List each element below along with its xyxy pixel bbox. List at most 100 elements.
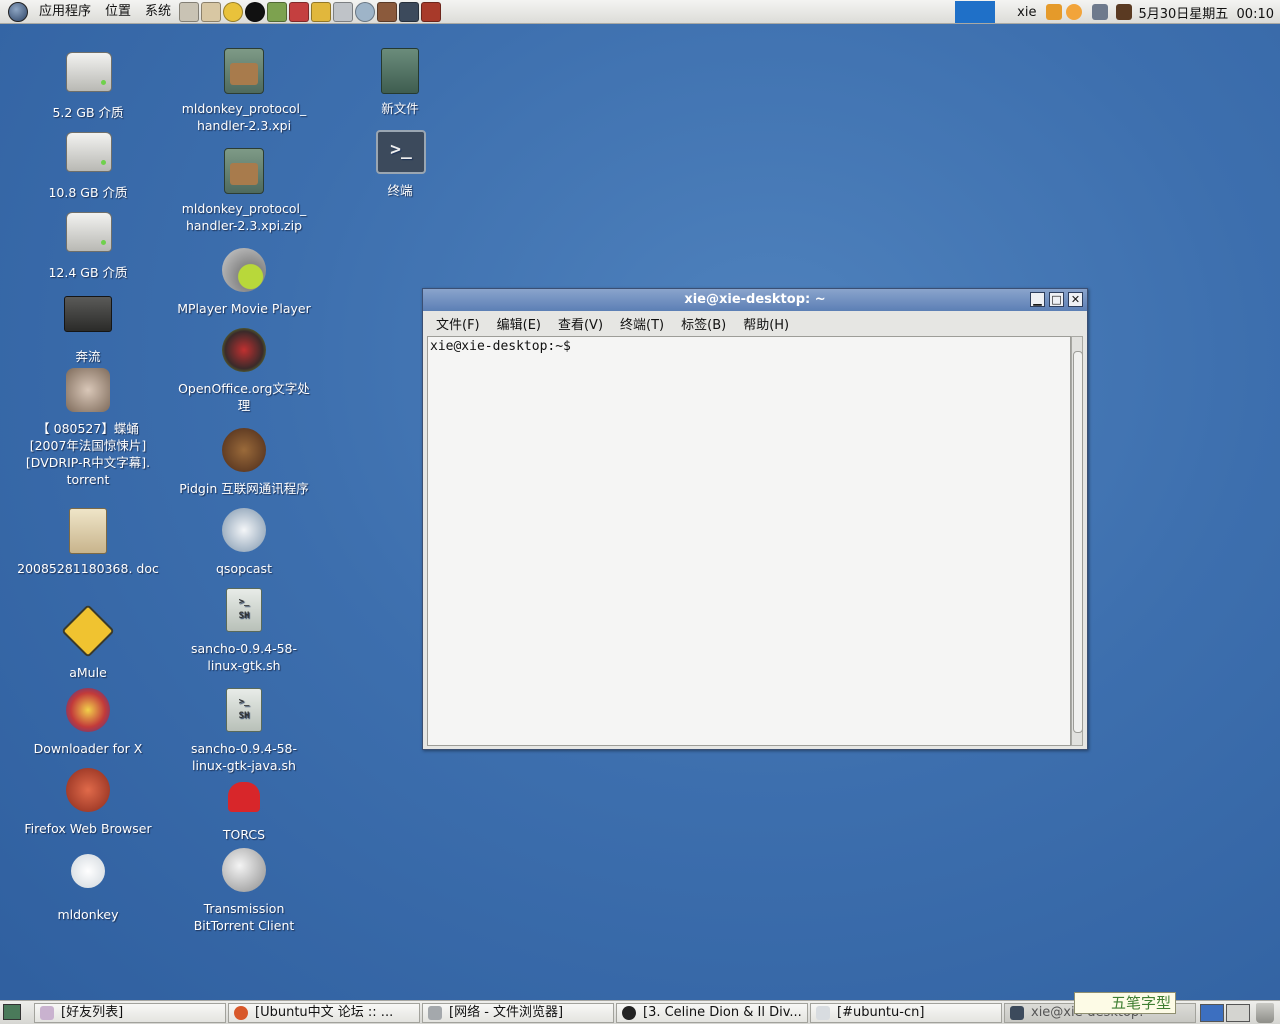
firefox-launcher-icon[interactable]	[421, 1, 442, 22]
desktop-icon-drive-3[interactable]: 12.4 GB 介质	[13, 206, 163, 281]
minimize-button[interactable]: ▁	[1030, 292, 1045, 307]
icon-label: aMule	[69, 665, 107, 680]
terminal-titlebar[interactable]: xie@xie-desktop: ~ ▁ □ ✕	[423, 289, 1087, 311]
workspace-switcher[interactable]	[955, 1, 996, 23]
terminal-icon: >_	[376, 130, 426, 174]
gnome-foot-icon[interactable]	[8, 1, 28, 22]
folder-icon	[64, 296, 112, 332]
pidgin-launcher-icon[interactable]	[377, 1, 398, 22]
file-browser-icon	[428, 1006, 442, 1020]
torrent-file-icon	[66, 368, 110, 412]
desktop-icon-torrent-file[interactable]: 【 080527】蝶蛹 [2007年法国惊悚片] [DVDRIP-R中文字幕].…	[13, 366, 163, 488]
task-ubuntu-forum[interactable]: [Ubuntu中文 论坛 :: ...	[228, 1003, 420, 1023]
menu-terminal[interactable]: 终端(T)	[611, 314, 672, 333]
close-button[interactable]: ✕	[1068, 292, 1083, 307]
icon-label: 终端	[387, 183, 413, 198]
icon-label: mldonkey	[57, 907, 119, 922]
workspace-2[interactable]	[1226, 1004, 1250, 1022]
firefox-icon	[234, 1006, 248, 1020]
task-label: [#ubuntu-cn]	[837, 1005, 925, 1020]
icon-label: 10.8 GB 介质	[48, 185, 128, 200]
files-launcher-icon[interactable]	[179, 1, 200, 22]
icon-label: Firefox Web Browser	[24, 821, 152, 836]
update-icon[interactable]	[1066, 4, 1083, 20]
desktop-icon-downloader[interactable]: Downloader for X	[13, 686, 163, 757]
desktop-icon-mplayer[interactable]: MPlayer Movie Player	[169, 246, 319, 317]
scrollbar-thumb[interactable]	[1073, 351, 1083, 733]
desktop-icon-xpi[interactable]: mldonkey_protocol_ handler-2.3.xpi	[169, 46, 319, 134]
menu-tabs[interactable]: 标签(B)	[672, 314, 734, 333]
network-icon[interactable]	[1092, 4, 1109, 20]
smiley-launcher-icon[interactable]	[223, 1, 244, 22]
desktop-icon-openoffice-writer[interactable]: OpenOffice.org文字处 理	[169, 326, 319, 414]
amule-launcher-icon[interactable]	[311, 1, 332, 22]
menu-help[interactable]: 帮助(H)	[734, 314, 797, 333]
desktop-icon-mldonkey[interactable]: mldonkey	[13, 846, 163, 923]
panel-right-area: xie 5月30日星期五 00:10	[955, 0, 1280, 24]
system-menu[interactable]: 系统	[138, 0, 178, 24]
hard-drive-icon	[66, 212, 112, 252]
desktop-icon-benliu-folder[interactable]: 奔流	[13, 286, 163, 365]
music-launcher-icon[interactable]	[245, 1, 266, 22]
transmission-icon	[222, 848, 266, 892]
terminal-text-area[interactable]: xie@xie-desktop:~$	[427, 336, 1071, 746]
applications-menu[interactable]: 应用程序	[32, 0, 98, 24]
desktop-icon-drive-1[interactable]: 5.2 GB 介质	[13, 46, 163, 121]
input-method-indicator[interactable]: 五笔字型	[1074, 992, 1176, 1014]
terminal-launcher-icon[interactable]	[399, 1, 420, 22]
top-panel: 应用程序 位置 系统 xie 5月30日星期五 00:10	[0, 0, 1280, 24]
package-launcher-icon[interactable]	[267, 1, 288, 22]
workspace-1[interactable]	[1200, 1004, 1224, 1022]
icon-label: mldonkey_protocol_ handler-2.3.xpi	[181, 101, 307, 133]
icon-label: 5.2 GB 介质	[52, 105, 124, 120]
maximize-button[interactable]: □	[1049, 292, 1064, 307]
show-desktop-icon[interactable]	[3, 1004, 21, 1020]
menu-view[interactable]: 查看(V)	[549, 314, 611, 333]
desktop-icon-firefox[interactable]: Firefox Web Browser	[13, 766, 163, 837]
document-icon	[69, 508, 107, 554]
chat-icon	[816, 1006, 830, 1020]
task-music-player[interactable]: [3. Celine Dion & Il Div...	[616, 1003, 808, 1023]
desktop-icon-sancho-sh[interactable]: >_ SH sancho-0.9.4-58- linux-gtk.sh	[169, 586, 319, 674]
qsopcast-launcher-icon[interactable]	[355, 1, 376, 22]
icon-label: MPlayer Movie Player	[177, 301, 311, 316]
desktop-icon-sancho-java-sh[interactable]: >_ SH sancho-0.9.4-58- linux-gtk-java.sh	[169, 686, 319, 774]
icon-label: TORCS	[222, 827, 266, 842]
menu-edit[interactable]: 编辑(E)	[488, 314, 549, 333]
transmission-launcher-icon[interactable]	[333, 1, 354, 22]
torcs-icon	[228, 782, 260, 812]
desktop-icon-amule[interactable]: aMule	[13, 604, 163, 681]
package-icon	[224, 48, 264, 94]
icon-label: 奔流	[75, 349, 101, 364]
user-name[interactable]: xie	[1017, 5, 1036, 20]
task-irc-channel[interactable]: [#ubuntu-cn]	[810, 1003, 1002, 1023]
trash-icon[interactable]	[1256, 1003, 1274, 1023]
desktop-icon-drive-2[interactable]: 10.8 GB 介质	[13, 126, 163, 201]
menu-file[interactable]: 文件(F)	[427, 314, 488, 333]
shell-script-icon: >_ SH	[226, 688, 262, 732]
desktop-icon-xpi-zip[interactable]: mldonkey_protocol_ handler-2.3.xpi.zip	[169, 146, 319, 234]
clock[interactable]: 5月30日星期五 00:10	[1138, 3, 1274, 22]
icon-label: 20085281180368. doc	[17, 561, 159, 576]
chat-status-icon[interactable]	[1046, 4, 1063, 20]
task-buddy-list[interactable]: [好友列表]	[34, 1003, 226, 1023]
desktop-icon-terminal[interactable]: >_ 终端	[325, 126, 475, 199]
desktop-icon-qsopcast[interactable]: qsopcast	[169, 506, 319, 577]
downloader-launcher-icon[interactable]	[289, 1, 310, 22]
task-file-browser[interactable]: [网络 - 文件浏览器]	[422, 1003, 614, 1023]
desktop-icon-torcs[interactable]: TORCS	[169, 776, 319, 843]
task-label: [好友列表]	[61, 1005, 124, 1020]
icon-label: 12.4 GB 介质	[48, 265, 128, 280]
writer-icon	[222, 328, 266, 372]
desktop-icon-doc-file[interactable]: 20085281180368. doc	[13, 506, 163, 577]
terminal-scrollbar[interactable]	[1071, 336, 1083, 746]
terminal-window[interactable]: xie@xie-desktop: ~ ▁ □ ✕ 文件(F) 编辑(E) 查看(…	[422, 288, 1088, 750]
desktop-icon-pidgin[interactable]: Pidgin 互联网通讯程序	[169, 426, 319, 497]
desktop-icon-new-file[interactable]: 新文件	[325, 46, 475, 117]
places-menu[interactable]: 位置	[98, 0, 138, 24]
icon-label: 新文件	[381, 101, 419, 116]
desktop-icon-transmission[interactable]: Transmission BitTorrent Client	[169, 846, 319, 934]
pidgin-icon	[222, 428, 266, 472]
power-icon[interactable]	[1116, 4, 1133, 20]
mail-launcher-icon[interactable]	[201, 1, 222, 22]
